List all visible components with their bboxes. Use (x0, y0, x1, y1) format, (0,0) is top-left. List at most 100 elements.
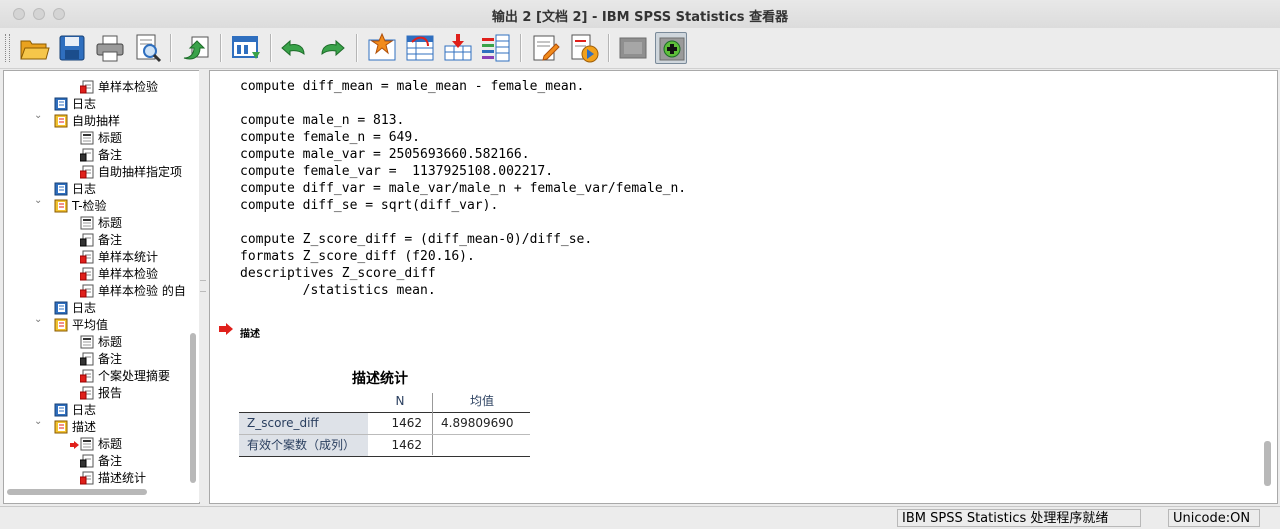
outline-item[interactable]: 报告 (79, 384, 123, 401)
table-icon (79, 165, 94, 179)
goto-variable-icon[interactable] (442, 32, 474, 64)
folder-icon (54, 114, 68, 128)
outline-item-label: 日志 (72, 301, 97, 315)
outline-item[interactable]: 标题 (80, 333, 122, 350)
save-icon[interactable] (56, 32, 88, 64)
export-icon[interactable] (180, 32, 212, 64)
show-icon[interactable] (655, 32, 687, 64)
window-title: 输出 2 [文档 2] - IBM SPSS Statistics 查看器 (491, 10, 789, 25)
outline-item-label: 日志 (72, 97, 97, 111)
outline-item-label: 日志 (72, 182, 97, 196)
outline-item[interactable]: ⌄ 平均值 (34, 314, 108, 333)
syntax-line: compute diff_se = sqrt(diff_var). (240, 198, 499, 213)
syntax-line: compute male_n = 813. (240, 113, 405, 128)
outline-item[interactable]: 单样本检验 的自 (79, 282, 186, 299)
status-bar: IBM SPSS Statistics 处理程序就绪 Unicode:ON (0, 506, 1280, 529)
outline-item[interactable]: 标题 (80, 129, 122, 146)
outline-item[interactable]: 备注 (79, 146, 123, 163)
output-vertical-scroll-thumb[interactable] (1264, 441, 1271, 486)
title-icon (80, 131, 94, 145)
outline-item-label: 备注 (98, 233, 123, 247)
outline-item-label: 标题 (98, 131, 123, 145)
recall-dialog-icon[interactable] (230, 32, 262, 64)
outline-pane[interactable]: 单样本检验 日志 ⌄ 自助抽样 标题 备注 自助抽样指定项 日志 ⌄ T-检验 标题 备注 单样本统计单… (3, 70, 200, 504)
expand-toggle-icon[interactable]: ⌄ (34, 314, 42, 325)
outline-item-label: T-检验 (72, 199, 107, 213)
outline-item[interactable]: 单样本检验 (79, 265, 158, 282)
toolbar-grip[interactable] (5, 34, 10, 62)
outline-item[interactable]: 备注 (79, 350, 123, 367)
cell-mean (433, 435, 530, 456)
toolbar-separator (356, 34, 358, 62)
edit-icon[interactable] (530, 32, 562, 64)
log-icon (54, 97, 68, 111)
folder-icon (54, 199, 68, 213)
table-title[interactable]: 描述统计 (352, 368, 408, 388)
undo-icon[interactable] (278, 32, 310, 64)
outline-item-label: 备注 (98, 454, 123, 468)
notes-icon (79, 148, 94, 162)
variables-icon[interactable] (480, 32, 512, 64)
syntax-line: compute female_var = 1137925108.002217. (240, 164, 554, 179)
toolbar (0, 28, 1280, 69)
table-icon (79, 267, 94, 281)
outline-item-label: 自助抽样指定项 (98, 165, 183, 179)
outline-item-label: 单样本统计 (98, 250, 159, 264)
designate-window-icon[interactable] (568, 32, 600, 64)
outline-item[interactable]: 标题 (70, 435, 123, 452)
unicode-status: Unicode:ON (1168, 509, 1260, 527)
outline-item[interactable]: 标题 (80, 214, 122, 231)
outline-item-label: 备注 (98, 352, 123, 366)
syntax-line: compute Z_score_diff = (diff_mean-0)/dif… (240, 232, 593, 247)
table-icon (79, 386, 94, 400)
section-label[interactable]: 描述 (240, 325, 260, 340)
outline-item[interactable]: 备注 (79, 231, 123, 248)
outline-item[interactable]: 日志 (54, 95, 96, 112)
outline-item[interactable]: 日志 (54, 401, 96, 418)
print-preview-icon[interactable] (132, 32, 164, 64)
print-icon[interactable] (94, 32, 126, 64)
outline-item-label: 个案处理摘要 (98, 369, 171, 383)
outline-item[interactable]: 备注 (79, 452, 123, 469)
outline-item[interactable]: 日志 (54, 299, 96, 316)
outline-item[interactable]: 日志 (54, 180, 96, 197)
outline-horizontal-scroll-thumb[interactable] (7, 489, 147, 495)
cell-n: 1462 (391, 438, 422, 452)
outline-item[interactable]: 单样本统计 (79, 248, 159, 265)
pane-splitter[interactable] (199, 70, 208, 502)
expand-toggle-icon[interactable]: ⌄ (34, 195, 42, 206)
outline-item-label: 标题 (98, 437, 123, 451)
output-pane[interactable]: compute diff_mean = male_mean - female_m… (209, 70, 1278, 504)
outline-item-label: 自助抽样 (72, 114, 121, 128)
notes-icon (79, 352, 94, 366)
row-label: Z_score_diff (239, 413, 368, 434)
log-icon (54, 301, 68, 315)
outline-vertical-scroll-thumb[interactable] (190, 333, 196, 483)
hide-icon[interactable] (617, 32, 649, 64)
goto-case-icon[interactable] (404, 32, 436, 64)
title-bar: 输出 2 [文档 2] - IBM SPSS Statistics 查看器 (0, 0, 1280, 29)
outline-item[interactable]: ⌄ T-检验 (34, 195, 107, 214)
outline-item[interactable]: ⌄ 自助抽样 (34, 110, 121, 129)
outline-item-label: 备注 (98, 148, 123, 162)
outline-item[interactable]: 个案处理摘要 (79, 367, 171, 384)
open-icon[interactable] (18, 32, 50, 64)
outline-item-label: 描述 (72, 420, 97, 434)
outline-item[interactable]: 自助抽样指定项 (79, 163, 183, 180)
redo-icon[interactable] (316, 32, 348, 64)
outline-item[interactable]: 单样本检验 (79, 78, 158, 95)
outline-item[interactable]: 描述统计 (79, 469, 146, 486)
table-icon (79, 284, 94, 298)
goto-data-icon[interactable] (366, 32, 398, 64)
outline-item-label: 报告 (98, 386, 123, 400)
title-icon (80, 335, 94, 349)
syntax-line: compute male_var = 2505693660.582166. (240, 147, 530, 162)
cell-mean: 4.89809690 (441, 416, 514, 430)
outline-item[interactable]: ⌄ 描述 (34, 416, 97, 435)
processor-status: IBM SPSS Statistics 处理程序就绪 (897, 509, 1141, 527)
folder-icon (54, 420, 68, 434)
expand-toggle-icon[interactable]: ⌄ (34, 110, 42, 121)
table-icon (79, 369, 94, 383)
expand-toggle-icon[interactable]: ⌄ (34, 416, 42, 427)
toolbar-separator (170, 34, 172, 62)
